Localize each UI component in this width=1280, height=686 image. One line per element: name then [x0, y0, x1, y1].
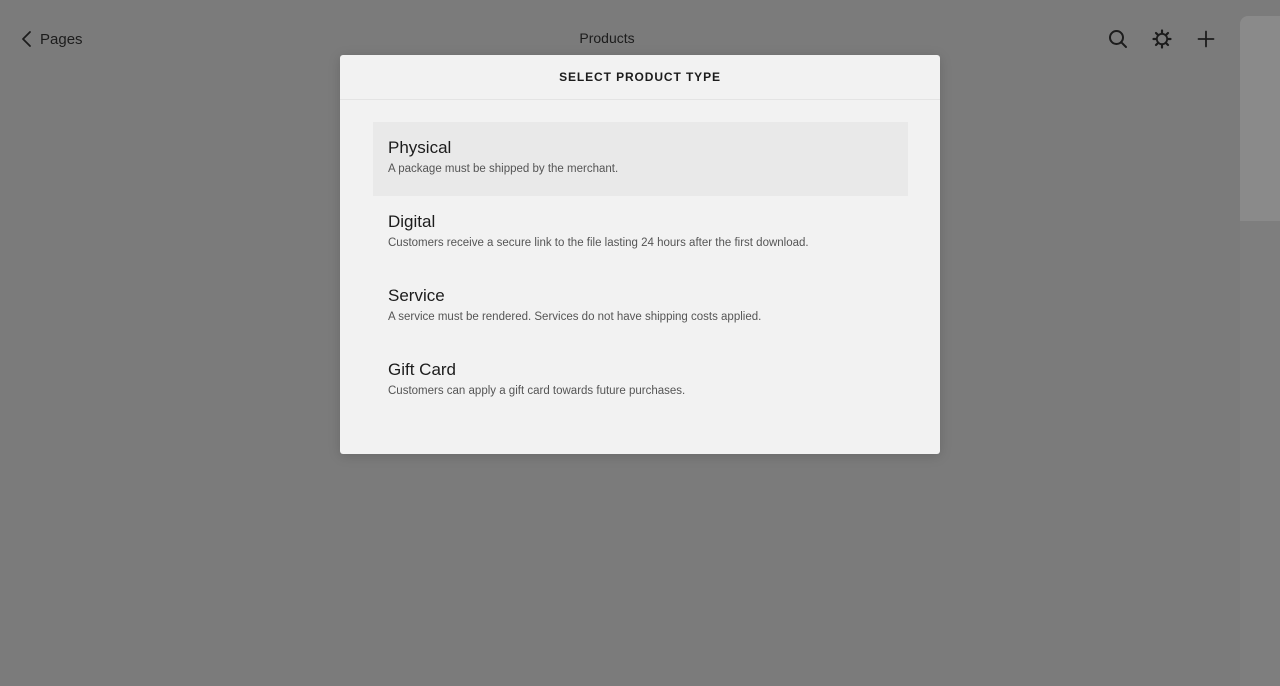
side-panel-card — [1240, 16, 1280, 221]
product-type-options: Physical A package must be shipped by th… — [373, 122, 908, 418]
option-description: A service must be rendered. Services do … — [388, 311, 762, 323]
option-title: Digital — [388, 212, 436, 231]
option-service[interactable]: Service A service must be rendered. Serv… — [373, 270, 908, 344]
select-product-type-modal: SELECT PRODUCT TYPE Physical A package m… — [340, 55, 940, 454]
option-physical[interactable]: Physical A package must be shipped by th… — [373, 122, 908, 196]
toolbar-actions — [1106, 27, 1218, 51]
option-description: Customers can apply a gift card towards … — [388, 385, 686, 397]
settings-button[interactable] — [1150, 27, 1174, 51]
option-title: Service — [388, 286, 445, 305]
search-icon — [1109, 30, 1127, 48]
search-button[interactable] — [1106, 27, 1130, 51]
option-gift-card[interactable]: Gift Card Customers can apply a gift car… — [373, 344, 908, 418]
plus-icon — [1197, 30, 1215, 48]
option-title: Physical — [388, 138, 452, 157]
option-digital[interactable]: Digital Customers receive a secure link … — [373, 196, 908, 270]
gear-icon — [1152, 29, 1172, 49]
page-title: Products — [579, 30, 635, 46]
option-description: A package must be shipped by the merchan… — [388, 163, 619, 175]
add-button[interactable] — [1194, 27, 1218, 51]
modal-title: SELECT PRODUCT TYPE — [340, 55, 940, 100]
option-title: Gift Card — [388, 360, 457, 379]
option-description: Customers receive a secure link to the f… — [388, 237, 809, 249]
